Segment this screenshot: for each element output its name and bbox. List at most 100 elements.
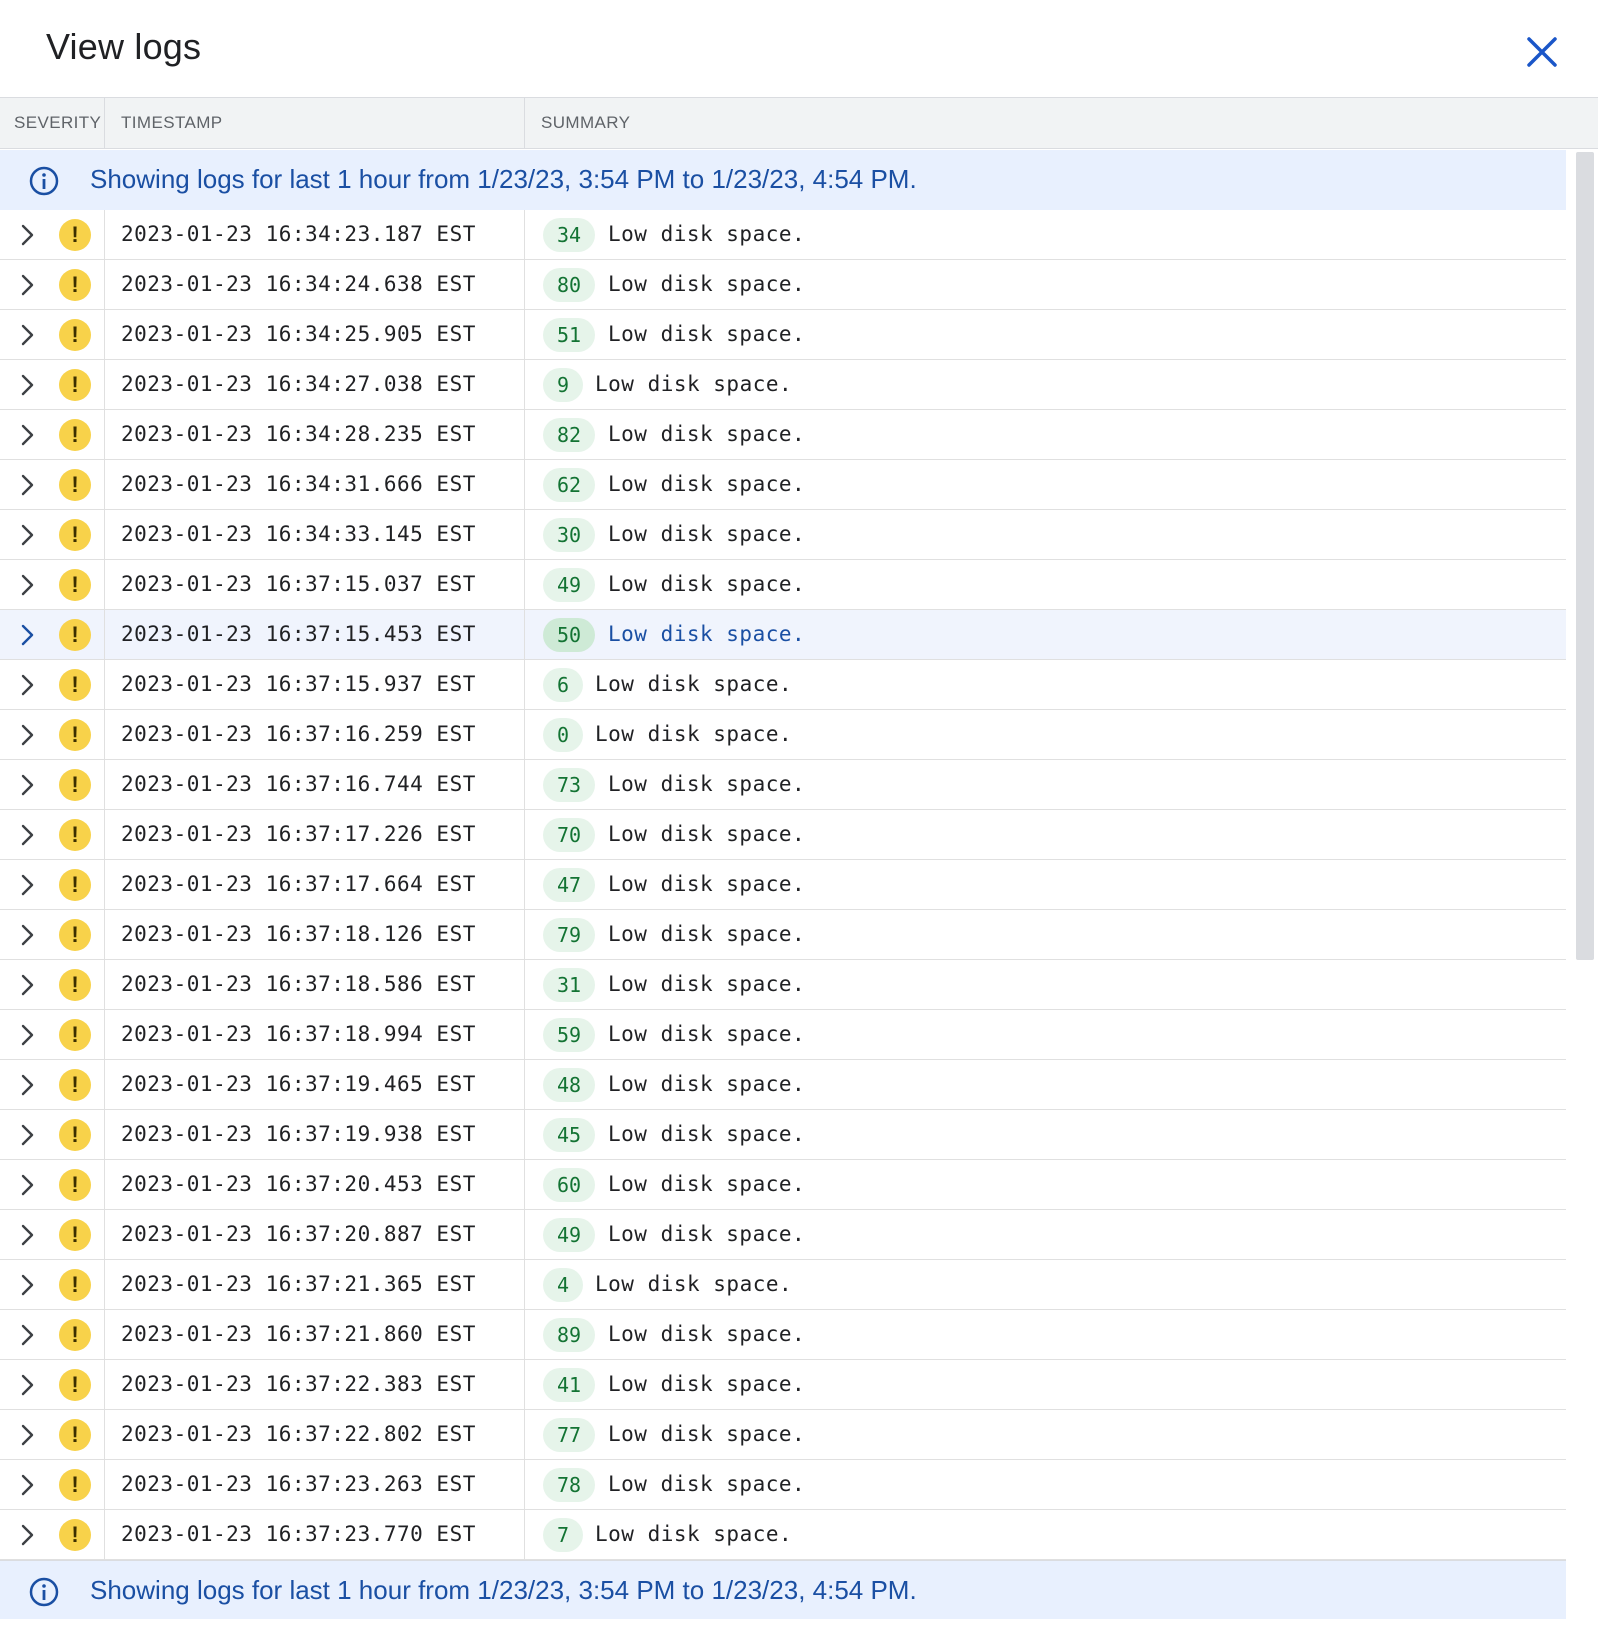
count-badge: 0: [543, 718, 584, 752]
chevron-right-icon[interactable]: [14, 1522, 40, 1548]
log-row[interactable]: ! 2023-01-23 16:34:33.145 EST 30 Low disk s…: [0, 510, 1566, 560]
dialog-title: View logs: [46, 26, 202, 67]
chevron-right-icon[interactable]: [14, 772, 40, 798]
chevron-right-icon[interactable]: [14, 272, 40, 298]
summary-message: Low disk space.: [608, 272, 806, 296]
log-row[interactable]: ! 2023-01-23 16:34:28.235 EST 82 Low disk s…: [0, 410, 1566, 460]
log-list[interactable]: Showing logs for last 1 hour from 1/23/2…: [0, 150, 1566, 1630]
summary-message: Low disk space.: [608, 1422, 806, 1446]
chevron-right-icon[interactable]: [14, 1472, 40, 1498]
log-row[interactable]: ! 2023-01-23 16:37:21.365 EST 4 Low disk sp…: [0, 1260, 1566, 1310]
count-badge: 48: [543, 1068, 596, 1102]
summary-cell: 50 Low disk space.: [525, 610, 1566, 659]
warning-icon: !: [59, 1119, 91, 1151]
count-badge: 47: [543, 868, 596, 902]
chevron-right-icon[interactable]: [14, 972, 40, 998]
timestamp-cell: 2023-01-23 16:37:17.664 EST: [105, 860, 525, 909]
count-badge: 50: [543, 618, 596, 652]
chevron-right-icon[interactable]: [14, 672, 40, 698]
column-header-summary[interactable]: SUMMARY: [525, 98, 630, 148]
chevron-right-icon[interactable]: [14, 1122, 40, 1148]
chevron-right-icon[interactable]: [14, 1422, 40, 1448]
log-row[interactable]: ! 2023-01-23 16:37:17.664 EST 47 Low disk s…: [0, 860, 1566, 910]
chevron-right-icon[interactable]: [14, 822, 40, 848]
chevron-right-icon[interactable]: [14, 222, 40, 248]
timestamp-cell: 2023-01-23 16:37:21.365 EST: [105, 1260, 525, 1309]
timestamp-cell: 2023-01-23 16:37:20.887 EST: [105, 1210, 525, 1259]
close-button[interactable]: [1520, 30, 1564, 74]
log-row[interactable]: ! 2023-01-23 16:37:21.860 EST 89 Low disk s…: [0, 1310, 1566, 1360]
timestamp-cell: 2023-01-23 16:37:22.383 EST: [105, 1360, 525, 1409]
log-row[interactable]: ! 2023-01-23 16:37:20.453 EST 60 Low disk s…: [0, 1160, 1566, 1210]
timestamp-text: 2023-01-23 16:37:15.453 EST: [121, 622, 476, 646]
log-row[interactable]: ! 2023-01-23 16:37:18.994 EST 59 Low disk s…: [0, 1010, 1566, 1060]
timestamp-cell: 2023-01-23 16:34:28.235 EST: [105, 410, 525, 459]
count-badge: 51: [543, 318, 596, 352]
log-row[interactable]: ! 2023-01-23 16:37:20.887 EST 49 Low disk s…: [0, 1210, 1566, 1260]
chevron-right-icon[interactable]: [14, 1072, 40, 1098]
chevron-right-icon[interactable]: [14, 1322, 40, 1348]
warning-icon: !: [59, 1269, 91, 1301]
chevron-right-icon[interactable]: [14, 322, 40, 348]
column-header-severity[interactable]: SEVERITY: [0, 98, 105, 148]
log-row[interactable]: ! 2023-01-23 16:37:15.937 EST 6 Low disk sp…: [0, 660, 1566, 710]
count-badge: 62: [543, 468, 596, 502]
vertical-scrollbar[interactable]: [1566, 150, 1598, 1630]
timestamp-text: 2023-01-23 16:37:15.937 EST: [121, 672, 476, 696]
chevron-right-icon[interactable]: [14, 422, 40, 448]
chevron-right-icon[interactable]: [14, 1272, 40, 1298]
log-rows: ! 2023-01-23 16:34:23.187 EST 34 Low disk s…: [0, 210, 1566, 1560]
chevron-right-icon[interactable]: [14, 472, 40, 498]
chevron-right-icon[interactable]: [14, 572, 40, 598]
summary-cell: 49 Low disk space.: [525, 1210, 1566, 1259]
log-row[interactable]: ! 2023-01-23 16:37:23.770 EST 7 Low disk sp…: [0, 1510, 1566, 1560]
chevron-right-icon[interactable]: [14, 722, 40, 748]
log-row[interactable]: ! 2023-01-23 16:37:15.453 EST 50 Low disk s…: [0, 610, 1566, 660]
severity-cell: !: [0, 1410, 105, 1459]
warning-icon: !: [59, 219, 91, 251]
chevron-right-icon[interactable]: [14, 1372, 40, 1398]
severity-cell: !: [0, 1060, 105, 1109]
chevron-right-icon[interactable]: [14, 372, 40, 398]
summary-message: Low disk space.: [608, 972, 806, 996]
count-badge: 77: [543, 1418, 596, 1452]
log-row[interactable]: ! 2023-01-23 16:37:19.465 EST 48 Low disk s…: [0, 1060, 1566, 1110]
log-row[interactable]: ! 2023-01-23 16:34:27.038 EST 9 Low disk sp…: [0, 360, 1566, 410]
chevron-right-icon[interactable]: [14, 622, 40, 648]
severity-cell: !: [0, 1110, 105, 1159]
warning-icon: !: [59, 619, 91, 651]
chevron-right-icon[interactable]: [14, 1022, 40, 1048]
chevron-right-icon[interactable]: [14, 872, 40, 898]
log-row[interactable]: ! 2023-01-23 16:37:17.226 EST 70 Low disk s…: [0, 810, 1566, 860]
timestamp-cell: 2023-01-23 16:37:16.259 EST: [105, 710, 525, 759]
log-row[interactable]: ! 2023-01-23 16:37:22.383 EST 41 Low disk s…: [0, 1360, 1566, 1410]
log-row[interactable]: ! 2023-01-23 16:37:16.744 EST 73 Low disk s…: [0, 760, 1566, 810]
log-row[interactable]: ! 2023-01-23 16:37:18.126 EST 79 Low disk s…: [0, 910, 1566, 960]
log-row[interactable]: ! 2023-01-23 16:34:23.187 EST 34 Low disk s…: [0, 210, 1566, 260]
scrollbar-thumb[interactable]: [1576, 152, 1594, 960]
log-row[interactable]: ! 2023-01-23 16:37:16.259 EST 0 Low disk sp…: [0, 710, 1566, 760]
timestamp-cell: 2023-01-23 16:37:22.802 EST: [105, 1410, 525, 1459]
severity-cell: !: [0, 1460, 105, 1509]
timestamp-text: 2023-01-23 16:37:16.259 EST: [121, 722, 476, 746]
summary-cell: 0 Low disk space.: [525, 710, 1566, 759]
warning-icon: !: [59, 269, 91, 301]
chevron-right-icon[interactable]: [14, 922, 40, 948]
summary-message: Low disk space.: [608, 222, 806, 246]
timestamp-cell: 2023-01-23 16:37:15.937 EST: [105, 660, 525, 709]
log-row[interactable]: ! 2023-01-23 16:34:24.638 EST 80 Low disk s…: [0, 260, 1566, 310]
log-row[interactable]: ! 2023-01-23 16:34:25.905 EST 51 Low disk s…: [0, 310, 1566, 360]
log-row[interactable]: ! 2023-01-23 16:34:31.666 EST 62 Low disk s…: [0, 460, 1566, 510]
summary-message: Low disk space.: [608, 1472, 806, 1496]
timestamp-text: 2023-01-23 16:37:22.383 EST: [121, 1372, 476, 1396]
chevron-right-icon[interactable]: [14, 1222, 40, 1248]
log-row[interactable]: ! 2023-01-23 16:37:18.586 EST 31 Low disk s…: [0, 960, 1566, 1010]
chevron-right-icon[interactable]: [14, 522, 40, 548]
log-row[interactable]: ! 2023-01-23 16:37:15.037 EST 49 Low disk s…: [0, 560, 1566, 610]
log-row[interactable]: ! 2023-01-23 16:37:23.263 EST 78 Low disk s…: [0, 1460, 1566, 1510]
summary-cell: 79 Low disk space.: [525, 910, 1566, 959]
log-row[interactable]: ! 2023-01-23 16:37:22.802 EST 77 Low disk s…: [0, 1410, 1566, 1460]
column-header-timestamp[interactable]: TIMESTAMP: [105, 98, 525, 148]
chevron-right-icon[interactable]: [14, 1172, 40, 1198]
log-row[interactable]: ! 2023-01-23 16:37:19.938 EST 45 Low disk s…: [0, 1110, 1566, 1160]
